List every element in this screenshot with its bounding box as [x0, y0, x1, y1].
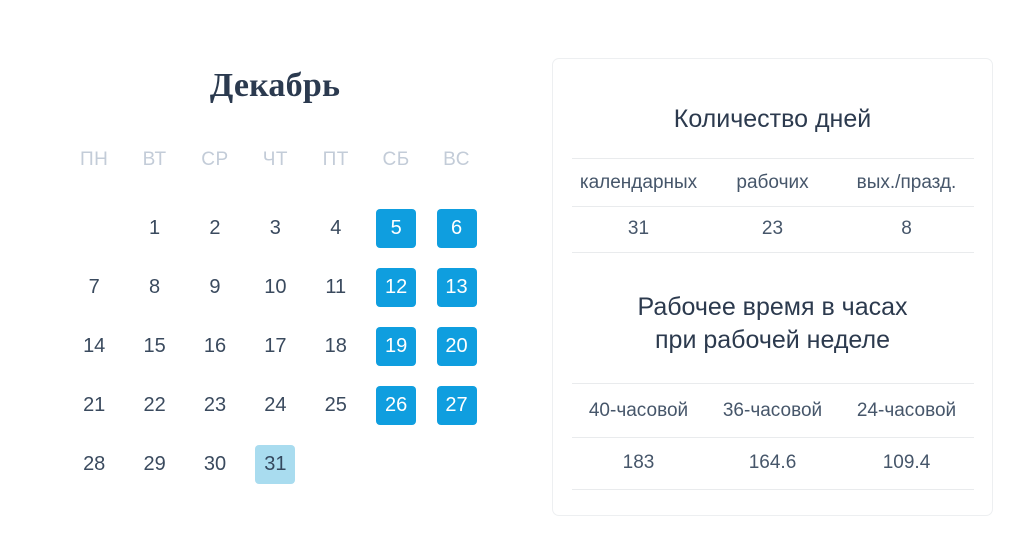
column-header-work-days: рабочих	[705, 158, 840, 207]
calendar-day-number: 27	[436, 386, 477, 425]
calendar-day-number: 25	[324, 394, 347, 416]
calendar-day-number: 26	[376, 386, 417, 425]
value-calendar-days: 31	[571, 206, 706, 253]
value-holiday-days: 8	[839, 206, 974, 253]
calendar-day-number: 8	[149, 276, 161, 298]
calendar-day-26[interactable]: 26	[366, 376, 426, 435]
calendar-day-1[interactable]: 1	[124, 199, 184, 258]
work-hours-table: 40-часовой 36-часовой 24-часовой 183 164…	[571, 383, 974, 490]
weekday-header-thu: ЧТ	[262, 149, 288, 170]
calendar-day-number: 30	[203, 453, 227, 475]
calendar-day-number: 18	[324, 335, 347, 357]
calendar-day-22[interactable]: 22	[124, 376, 184, 435]
calendar-day-number: 31	[255, 445, 296, 484]
calendar-month-title: Декабрь	[209, 67, 341, 104]
calendar-day-number: 9	[209, 276, 221, 298]
column-header-calendar-days: календарных	[571, 158, 706, 207]
table-value-row: 183 164.6 109.4	[571, 437, 974, 490]
calendar-day-24[interactable]: 24	[245, 376, 305, 435]
calendar-day-16[interactable]: 16	[185, 317, 245, 376]
calendar-day-number: 11	[325, 276, 347, 298]
production-calendar-page: Декабрь ПН ВТ СР ЧТ ПТ СБ ВС 1 2 3 4 5 6 7 8 9 10…	[0, 0, 1035, 540]
table-header-row: календарных рабочих вых./празд.	[571, 158, 974, 207]
calendar-day-17[interactable]: 17	[245, 317, 305, 376]
column-header-holiday-days: вых./празд.	[839, 158, 974, 207]
calendar-day-19[interactable]: 19	[366, 317, 426, 376]
value-40-hour-week: 183	[571, 437, 706, 490]
calendar-day-number: 22	[143, 394, 166, 416]
calendar-day-number: 17	[264, 335, 287, 357]
calendar-day-empty	[64, 199, 124, 258]
calendar-day-5[interactable]: 5	[366, 199, 426, 258]
calendar-day-number: 13	[436, 268, 477, 307]
calendar-day-number: 24	[264, 394, 287, 416]
weekday-header-fri: ПТ	[322, 149, 349, 170]
calendar-day-number: 14	[83, 335, 106, 357]
calendar-day-number: 12	[376, 268, 417, 307]
days-count-heading: Количество дней	[673, 105, 872, 133]
table-value-row: 31 23 8	[571, 206, 974, 253]
weekday-header-wed: СР	[201, 149, 229, 170]
calendar-day-number: 6	[436, 209, 477, 248]
calendar-day-21[interactable]: 21	[64, 376, 124, 435]
calendar-day-15[interactable]: 15	[124, 317, 184, 376]
calendar-day-6[interactable]: 6	[426, 199, 486, 258]
calendar-day-12[interactable]: 12	[366, 258, 426, 317]
calendar-day-number: 2	[209, 217, 221, 239]
calendar-day-29[interactable]: 29	[124, 435, 184, 494]
calendar-day-10[interactable]: 10	[245, 258, 305, 317]
table-header-row: 40-часовой 36-часовой 24-часовой	[571, 383, 974, 438]
summary-panel: Количество дней календарных рабочих вых.…	[552, 58, 993, 516]
value-work-days: 23	[705, 206, 840, 253]
column-header-40-hour-week: 40-часовой	[571, 383, 706, 438]
calendar-grid: ПН ВТ СР ЧТ ПТ СБ ВС 1 2 3 4 5 6 7 8 9 10 11 12 13 14…	[64, 140, 486, 494]
month-calendar: Декабрь ПН ВТ СР ЧТ ПТ СБ ВС 1 2 3 4 5 6 7 8 9 10…	[64, 66, 486, 494]
calendar-day-4[interactable]: 4	[306, 199, 366, 258]
calendar-day-9[interactable]: 9	[185, 258, 245, 317]
calendar-day-11[interactable]: 11	[306, 258, 366, 317]
calendar-day-number: 29	[143, 453, 166, 475]
calendar-day-31[interactable]: 31	[245, 435, 305, 494]
calendar-day-number: 20	[436, 327, 477, 366]
calendar-day-2[interactable]: 2	[185, 199, 245, 258]
calendar-day-25[interactable]: 25	[306, 376, 366, 435]
weekday-header-mon: ПН	[80, 149, 109, 170]
column-header-36-hour-week: 36-часовой	[705, 383, 840, 438]
value-24-hour-week: 109.4	[839, 437, 974, 490]
calendar-day-number: 10	[264, 276, 287, 298]
work-hours-heading-line1: Рабочее время в часах	[637, 293, 908, 321]
calendar-day-30[interactable]: 30	[185, 435, 245, 494]
value-36-hour-week: 164.6	[705, 437, 840, 490]
calendar-day-box	[74, 209, 114, 248]
calendar-day-number: 3	[269, 217, 281, 239]
work-hours-heading: Рабочее время в часах при рабочей неделе	[571, 253, 974, 357]
calendar-day-number: 1	[149, 217, 161, 239]
calendar-day-8[interactable]: 8	[124, 258, 184, 317]
weekday-header-tue: ВТ	[142, 149, 167, 170]
calendar-day-number: 7	[88, 276, 100, 298]
calendar-day-number: 21	[83, 394, 106, 416]
calendar-day-27[interactable]: 27	[426, 376, 486, 435]
calendar-day-28[interactable]: 28	[64, 435, 124, 494]
days-count-table: календарных рабочих вых./празд. 31 23 8	[571, 158, 974, 253]
calendar-day-number: 28	[83, 453, 106, 475]
calendar-day-20[interactable]: 20	[426, 317, 486, 376]
column-header-24-hour-week: 24-часовой	[839, 383, 974, 438]
calendar-day-7[interactable]: 7	[64, 258, 124, 317]
calendar-day-number: 15	[143, 335, 166, 357]
calendar-day-23[interactable]: 23	[185, 376, 245, 435]
calendar-day-number: 23	[203, 394, 227, 416]
work-hours-heading-line2: при рабочей неделе	[655, 326, 890, 354]
calendar-day-3[interactable]: 3	[245, 199, 305, 258]
calendar-day-number: 5	[376, 209, 417, 248]
calendar-day-number: 4	[330, 217, 342, 239]
weekday-header-sat: СБ	[382, 149, 410, 170]
weekday-header-sun: ВС	[443, 149, 470, 170]
calendar-day-13[interactable]: 13	[426, 258, 486, 317]
calendar-day-18[interactable]: 18	[306, 317, 366, 376]
calendar-day-14[interactable]: 14	[64, 317, 124, 376]
calendar-day-number: 19	[376, 327, 417, 366]
calendar-day-number: 16	[203, 335, 227, 357]
